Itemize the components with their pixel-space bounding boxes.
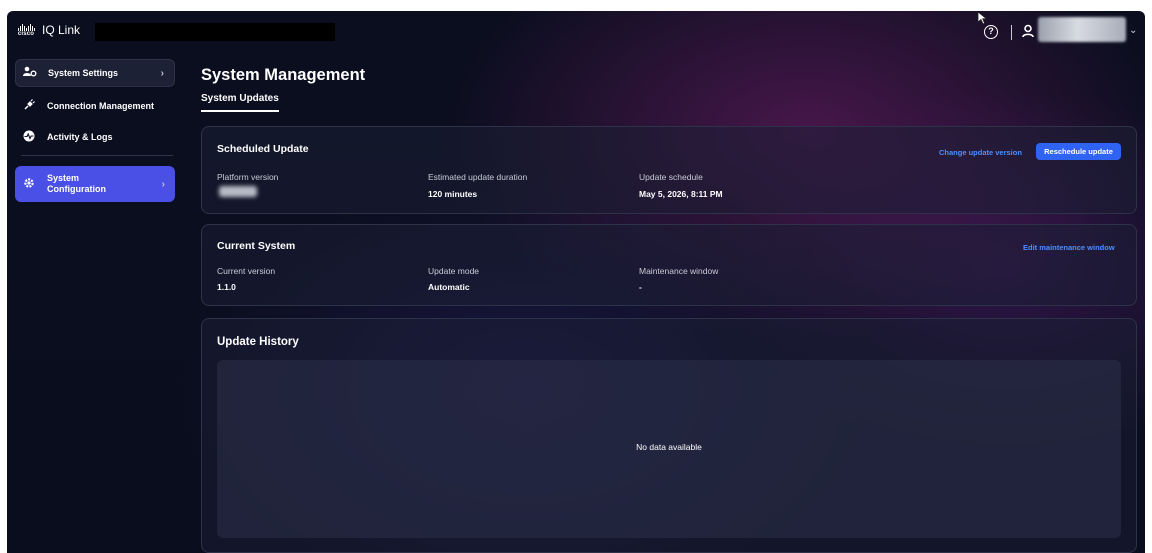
edit-maintenance-window-link[interactable]: Edit maintenance window bbox=[1023, 243, 1115, 252]
redacted-bar bbox=[95, 23, 335, 41]
sidebar-item-system-configuration[interactable]: System Configuration › bbox=[15, 166, 175, 202]
card-title: Scheduled Update bbox=[217, 143, 309, 155]
duration-value: 120 minutes bbox=[428, 189, 478, 199]
current-version-label: Current version bbox=[217, 266, 276, 276]
sidebar-item-label: Activity & Logs bbox=[47, 132, 113, 142]
empty-state-text: No data available bbox=[636, 442, 702, 452]
maintenance-window-label: Maintenance window bbox=[639, 266, 719, 276]
cisco-wordmark: cisco bbox=[17, 31, 35, 37]
user-icon[interactable] bbox=[1022, 24, 1034, 38]
history-table-empty-state: No data available bbox=[217, 360, 1121, 538]
sidebar-item-label: Connection Management bbox=[47, 101, 155, 111]
scheduled-update-card: Scheduled Update Change update version R… bbox=[201, 126, 1137, 214]
page-title: System Management bbox=[201, 66, 366, 84]
card-title: Current System bbox=[217, 240, 296, 252]
top-bar: cisco IQ Link ? ⌄ bbox=[7, 11, 1145, 51]
user-name-redacted[interactable] bbox=[1038, 17, 1126, 42]
cisco-logo[interactable]: cisco bbox=[15, 24, 37, 38]
chevron-right-icon: › bbox=[160, 67, 164, 79]
platform-version-value-redacted bbox=[219, 186, 257, 197]
tab-system-updates[interactable]: System Updates bbox=[201, 93, 279, 112]
plug-icon bbox=[19, 98, 39, 114]
mouse-cursor-icon bbox=[977, 11, 988, 25]
schedule-label: Update schedule bbox=[639, 172, 703, 182]
current-system-card: Current System Edit maintenance window C… bbox=[201, 224, 1137, 306]
change-update-version-link[interactable]: Change update version bbox=[939, 148, 1022, 157]
duration-label: Estimated update duration bbox=[428, 172, 528, 182]
label-line-1: System bbox=[47, 173, 80, 183]
platform-version-label: Platform version bbox=[217, 172, 279, 182]
activity-icon bbox=[19, 130, 39, 145]
help-circle-icon[interactable]: ? bbox=[984, 25, 998, 39]
gear-icon bbox=[19, 177, 39, 192]
users-gear-icon bbox=[20, 66, 40, 80]
current-version-value: 1.1.0 bbox=[217, 282, 236, 292]
chevron-down-icon[interactable]: ⌄ bbox=[1129, 25, 1137, 36]
chevron-right-icon: › bbox=[161, 178, 165, 190]
sidebar-item-connection-management[interactable]: Connection Management bbox=[15, 92, 175, 120]
sidebar-item-label: System Configuration bbox=[47, 173, 106, 195]
header-divider bbox=[1011, 25, 1012, 40]
app-window: cisco IQ Link ? ⌄ System Settings › Conn… bbox=[7, 11, 1145, 553]
sidebar-item-label: System Settings bbox=[48, 68, 119, 78]
reschedule-update-button[interactable]: Reschedule update bbox=[1036, 143, 1121, 160]
app-title[interactable]: IQ Link bbox=[42, 23, 80, 37]
card-title: Update History bbox=[217, 336, 299, 348]
label-line-2: Configuration bbox=[47, 184, 106, 194]
update-mode-label: Update mode bbox=[428, 266, 480, 276]
schedule-value: May 5, 2026, 8:11 PM bbox=[639, 189, 723, 199]
sidebar-item-system-settings[interactable]: System Settings › bbox=[15, 59, 175, 87]
update-history-card: Update History No data available bbox=[201, 318, 1137, 553]
sidebar-divider bbox=[21, 155, 173, 156]
maintenance-window-value: - bbox=[639, 282, 642, 292]
update-mode-value: Automatic bbox=[428, 282, 470, 292]
sidebar-item-activity-logs[interactable]: Activity & Logs bbox=[15, 123, 175, 151]
